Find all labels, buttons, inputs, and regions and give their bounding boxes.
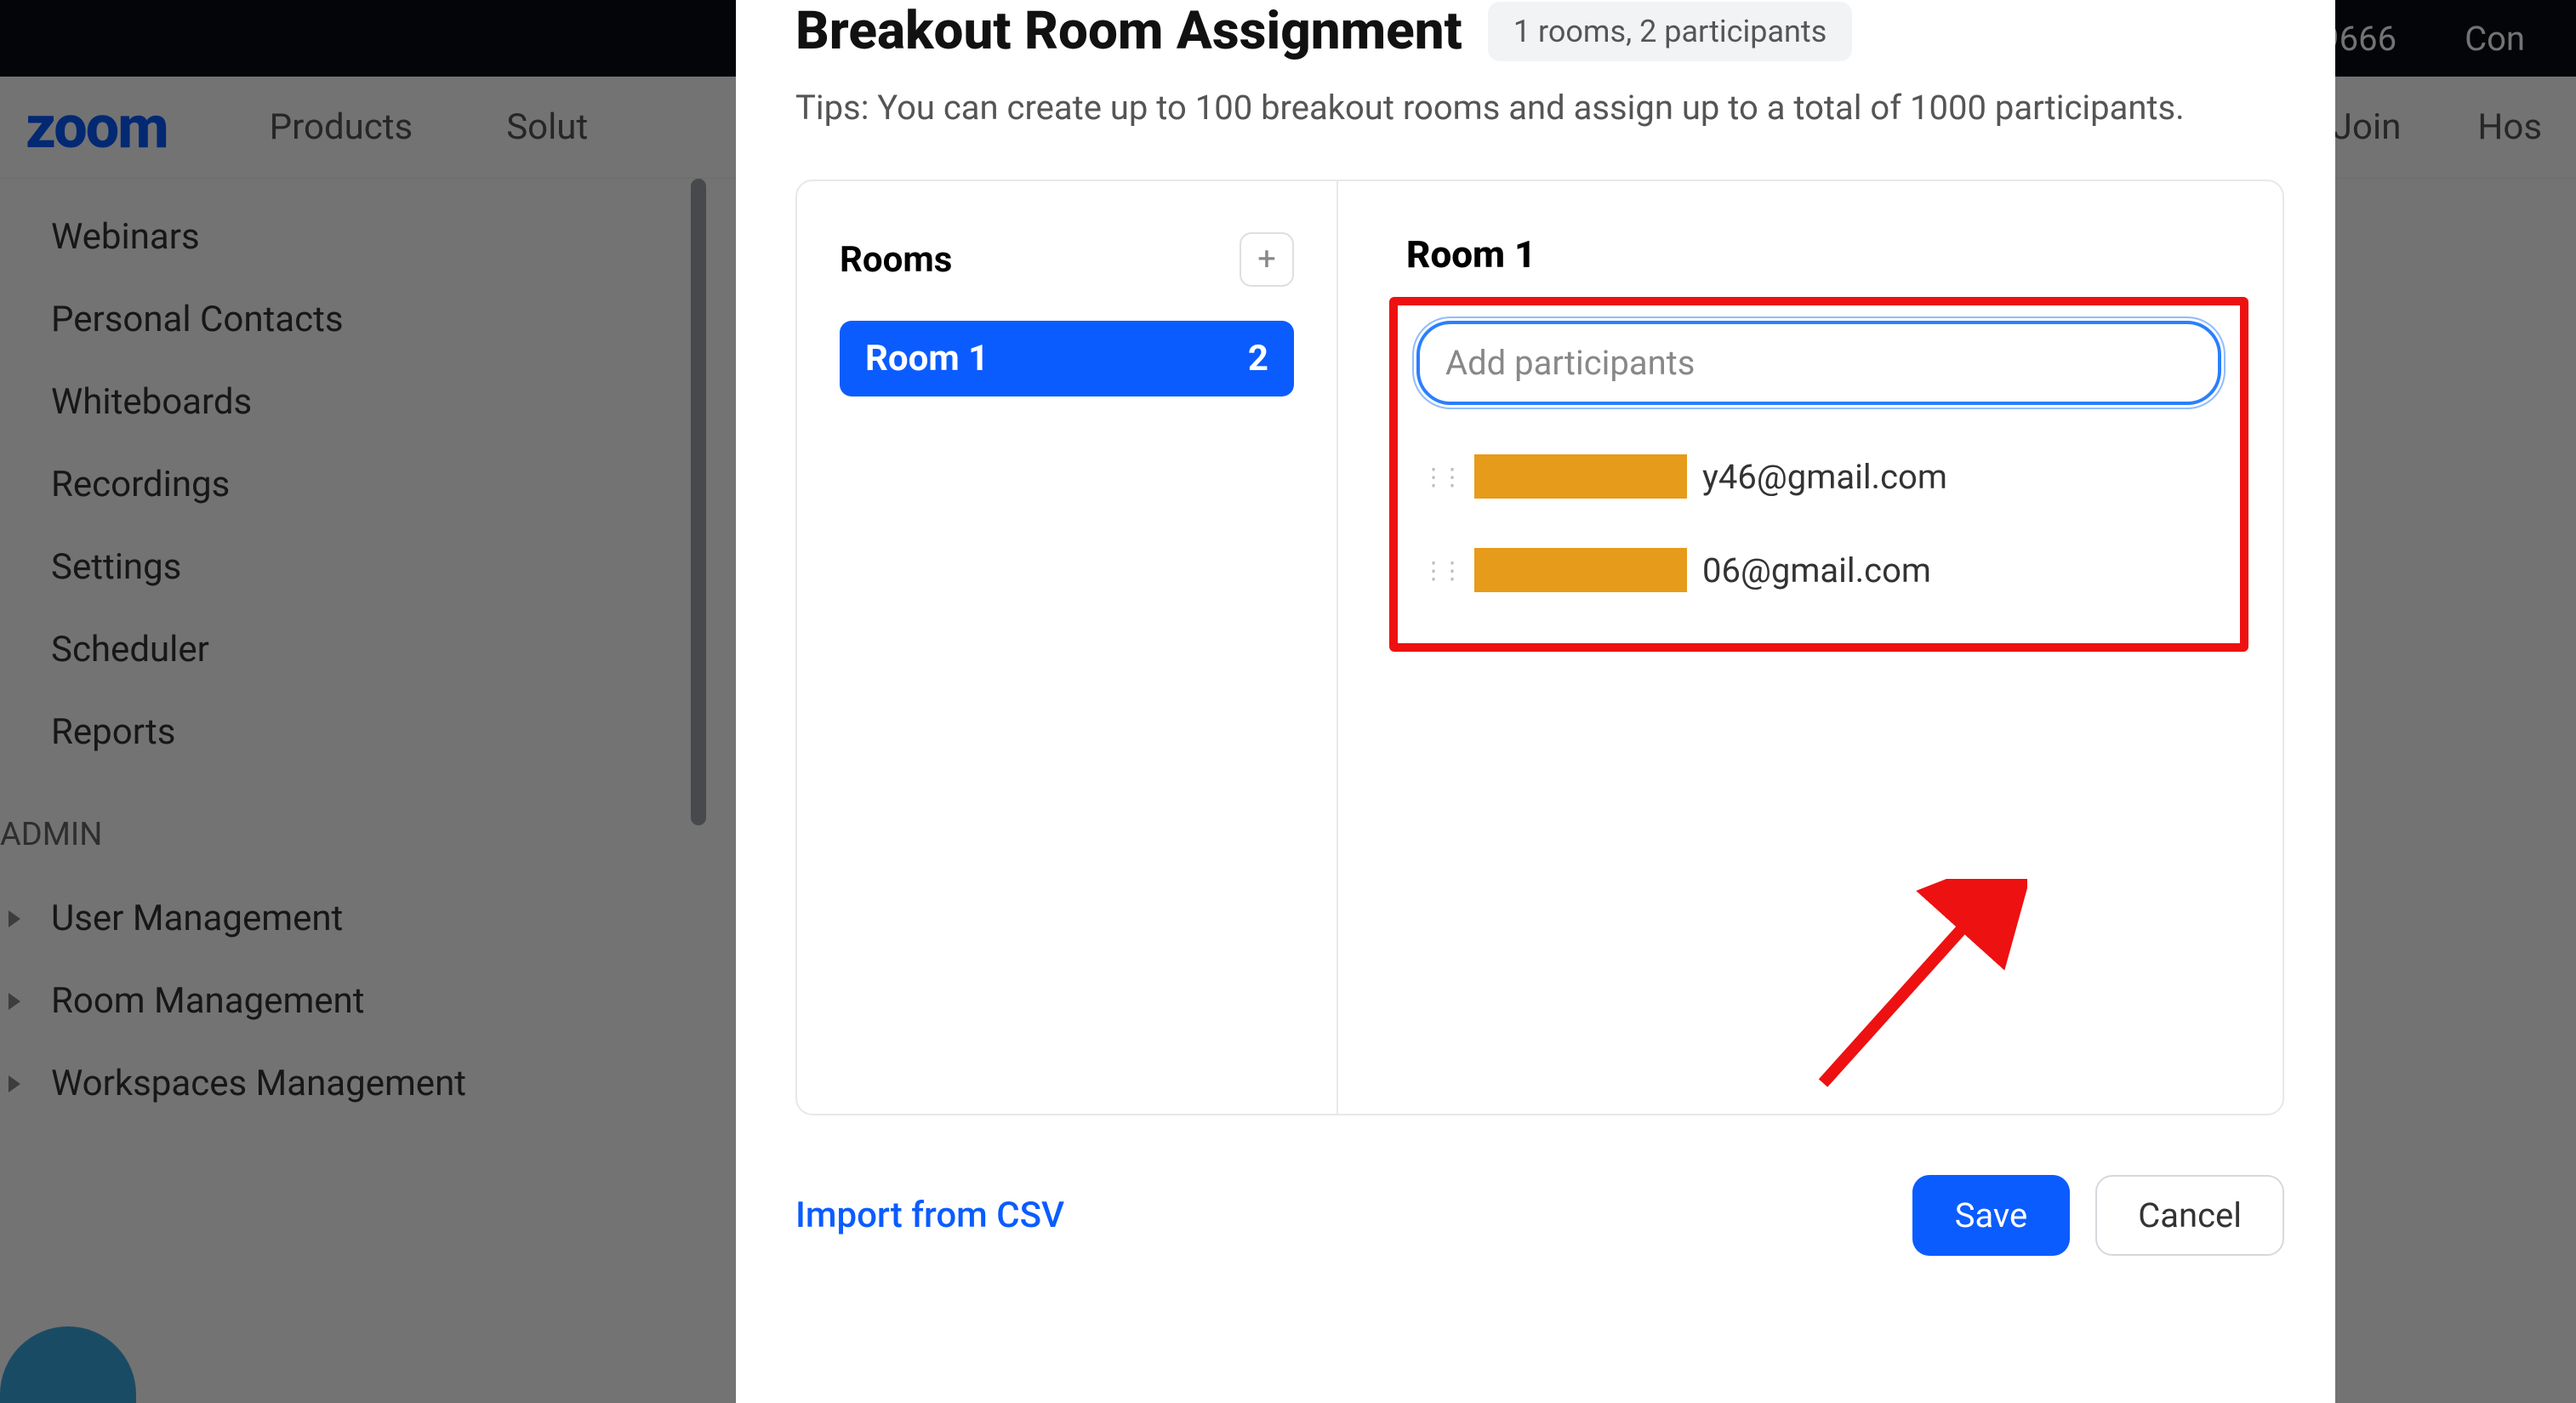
add-participants-input[interactable]: [1416, 321, 2221, 405]
selected-room-title: Room 1: [1389, 232, 2248, 277]
nav-join[interactable]: Join: [2333, 106, 2402, 148]
sidebar-item-reports[interactable]: Reports: [0, 691, 706, 773]
topbar-contact: Con: [2465, 19, 2525, 59]
redacted-block: [1474, 548, 1687, 592]
participant-row[interactable]: ⋮⋮ y46@gmail.com: [1416, 454, 2221, 499]
room-name: Room 1: [865, 338, 989, 379]
sidebar-item-whiteboards[interactable]: Whiteboards: [0, 361, 706, 443]
drag-handle-icon[interactable]: ⋮⋮: [1422, 463, 1459, 491]
sidebar-item-recordings[interactable]: Recordings: [0, 443, 706, 526]
sidebar-item-room-management[interactable]: Room Management: [0, 960, 706, 1042]
modal-tips: Tips: You can create up to 100 breakout …: [795, 83, 2242, 133]
sidebar-item-scheduler[interactable]: Scheduler: [0, 608, 706, 691]
sidebar-item-workspaces-management[interactable]: Workspaces Management: [0, 1042, 706, 1125]
drag-handle-icon[interactable]: ⋮⋮: [1422, 556, 1459, 585]
add-room-button[interactable]: +: [1240, 232, 1294, 287]
sidebar-item-webinars[interactable]: Webinars: [0, 196, 706, 278]
settings-sidebar: Webinars Personal Contacts Whiteboards R…: [0, 179, 706, 1403]
nav-products[interactable]: Products: [270, 106, 413, 148]
breakout-room-modal: Breakout Room Assignment 1 rooms, 2 part…: [736, 0, 2335, 1403]
participant-email-suffix: 06@gmail.com: [1702, 550, 1931, 590]
room-summary-badge: 1 rooms, 2 participants: [1488, 2, 1852, 61]
help-bubble-icon[interactable]: [0, 1326, 136, 1403]
zoom-logo[interactable]: zoom: [26, 93, 168, 163]
plus-icon: +: [1257, 241, 1276, 278]
nav-solutions[interactable]: Solut: [506, 106, 588, 148]
save-button[interactable]: Save: [1912, 1175, 2071, 1256]
sidebar-item-personal-contacts[interactable]: Personal Contacts: [0, 278, 706, 361]
nav-host[interactable]: Hos: [2477, 106, 2542, 148]
participants-column: Room 1 ⋮⋮ y46@gmail.com ⋮⋮ 06@gmail.com: [1338, 181, 2282, 1114]
rooms-header: Rooms: [840, 239, 952, 281]
import-csv-link[interactable]: Import from CSV: [795, 1195, 1064, 1236]
modal-title: Breakout Room Assignment: [795, 0, 1462, 62]
redacted-block: [1474, 454, 1687, 499]
annotation-highlight: ⋮⋮ y46@gmail.com ⋮⋮ 06@gmail.com: [1389, 297, 2248, 652]
participant-row[interactable]: ⋮⋮ 06@gmail.com: [1416, 548, 2221, 592]
sidebar-item-user-management[interactable]: User Management: [0, 877, 706, 960]
breakout-panel: Rooms + Room 1 2 Room 1 ⋮⋮ y46@gmail.com: [795, 180, 2284, 1115]
rooms-column: Rooms + Room 1 2: [797, 181, 1338, 1114]
sidebar-scrollbar[interactable]: [691, 179, 706, 825]
sidebar-item-settings[interactable]: Settings: [0, 526, 706, 608]
sidebar-admin-header: ADMIN: [0, 773, 706, 877]
participant-email-suffix: y46@gmail.com: [1702, 457, 1947, 497]
room-participant-count: 2: [1248, 338, 1268, 379]
cancel-button[interactable]: Cancel: [2095, 1175, 2284, 1256]
room-list-item[interactable]: Room 1 2: [840, 321, 1294, 396]
annotation-arrow-icon: [1806, 879, 2027, 1100]
